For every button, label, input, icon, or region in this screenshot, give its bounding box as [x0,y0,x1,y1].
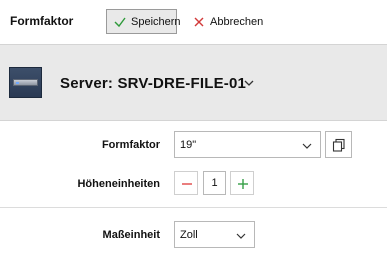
formfaktor-label: Formfaktor [101,139,160,151]
masseinheit-value: Zoll [180,228,198,241]
decrement-button[interactable] [174,171,198,195]
chevron-down-icon [302,141,312,149]
x-icon [192,15,206,29]
save-button-label: Speichern [131,15,181,28]
server-header: Server: SRV-DRE-FILE-01 [0,44,387,121]
chevron-down-icon[interactable] [243,78,255,88]
page-title: Formfaktor [10,14,74,28]
server-rack-icon [9,67,42,98]
copy-button[interactable] [325,131,352,158]
plus-icon [236,177,250,191]
toolbar: Formfaktor Speichern Abbrechen [0,0,387,44]
formfaktor-value: 19" [180,138,197,151]
chevron-down-icon [236,231,246,239]
hoeheneinheiten-label: Höheneinheiten [77,178,160,190]
cancel-button-label: Abbrechen [210,15,264,28]
cancel-button[interactable]: Abbrechen [192,9,263,34]
copy-icon [332,138,346,152]
masseinheit-select[interactable]: Zoll [174,221,255,248]
hoeheneinheiten-input[interactable]: 1 [203,171,226,195]
server-title: Server: SRV-DRE-FILE-01 [60,75,247,92]
section-divider [0,207,387,208]
increment-button[interactable] [230,171,254,195]
masseinheit-label: Maßeinheit [102,229,160,241]
minus-icon [180,177,194,191]
check-icon [113,15,127,29]
formfaktor-select[interactable]: 19" [174,131,321,158]
save-button[interactable]: Speichern [106,9,181,34]
